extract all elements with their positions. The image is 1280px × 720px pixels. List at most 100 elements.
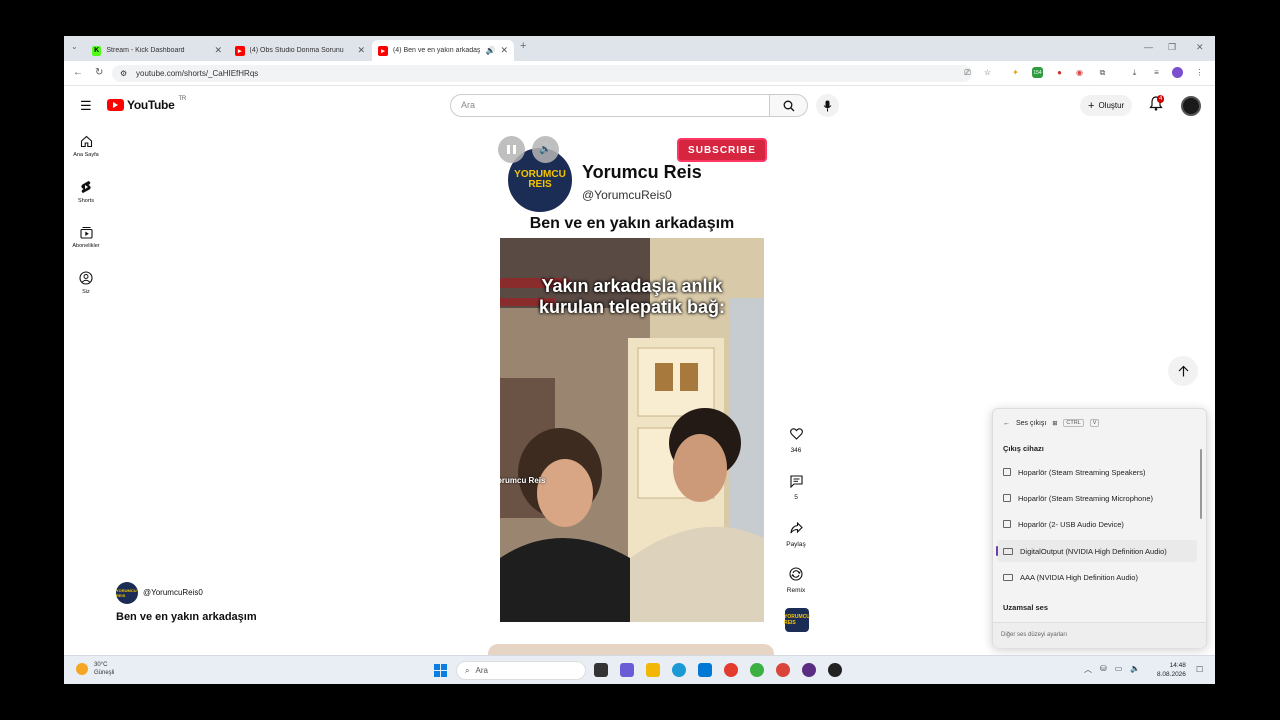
close-tab-icon[interactable]: ✕ — [357, 45, 365, 56]
previous-short-button[interactable] — [1168, 356, 1198, 386]
new-tab-icon[interactable]: + — [520, 40, 526, 52]
minimize-icon[interactable]: — — [1144, 42, 1153, 52]
shorts-video-player[interactable]: Yakın arkadaşla anlık kurulan telepatik … — [500, 238, 764, 622]
like-button[interactable]: 346 — [782, 426, 810, 454]
media-control-icon[interactable]: ≡ — [1151, 67, 1162, 78]
share-button[interactable]: Paylaş — [782, 520, 810, 548]
edge-icon[interactable] — [672, 663, 686, 677]
tab-kick-dashboard[interactable]: K Stream - Kick Dashboard ✕ — [86, 40, 228, 61]
spatial-sound-heading[interactable]: Uzamsal ses — [1003, 603, 1048, 612]
device-option[interactable]: Hoparlör (Steam Streaming Microphone) — [997, 487, 1197, 509]
remix-icon — [789, 567, 803, 581]
close-tab-icon[interactable]: ✕ — [500, 45, 508, 56]
device-option-selected[interactable]: DigitalOutput (NVIDIA High Definition Au… — [996, 540, 1197, 562]
back-icon[interactable]: ← — [73, 67, 83, 78]
voice-search-button[interactable] — [816, 94, 839, 117]
close-window-icon[interactable]: ✕ — [1196, 42, 1204, 53]
speaker-device-icon — [1003, 520, 1011, 528]
shortcut-v-key: V — [1089, 419, 1100, 427]
youtube-icon: ▸ — [378, 45, 388, 56]
more-volume-settings-link[interactable]: Diğer ses düzeyi ayarları — [993, 622, 1206, 648]
shortcut-ctrl-key: CTRL — [1063, 419, 1084, 427]
channel-avatar[interactable]: YORUMCU REIS — [116, 582, 138, 604]
pause-button[interactable] — [498, 136, 525, 163]
youtube-logo[interactable]: YouTube TR — [107, 96, 186, 112]
sidebar-item-home[interactable]: Ana Sayfa — [66, 133, 106, 158]
notification-count-badge: 4 — [1157, 95, 1165, 103]
remix-label: Remix — [786, 587, 806, 594]
subscribe-overlay-badge: SUBSCRIBE — [677, 138, 767, 162]
share-icon — [789, 522, 803, 534]
extension-icon[interactable]: ◉ — [1074, 67, 1085, 78]
sound-thumbnail[interactable]: YORUMCU REIS — [784, 608, 810, 632]
channel-name: Yorumcu Reis — [582, 162, 702, 182]
monitor-device-icon — [1003, 547, 1013, 555]
bookmark-star-icon[interactable]: ☆ — [982, 67, 993, 78]
search-input[interactable]: Ara — [450, 94, 770, 117]
back-arrow-icon[interactable]: ← — [1003, 420, 1010, 427]
sidebar-item-subscriptions[interactable]: Abonelikler — [66, 224, 106, 249]
menu-dots-icon[interactable]: ⋮ — [1194, 67, 1205, 78]
extension-icon[interactable]: ● — [1054, 67, 1065, 78]
obs-icon[interactable] — [828, 663, 842, 677]
volume-button[interactable]: 🔊 — [532, 136, 559, 163]
chrome-icon[interactable] — [776, 663, 790, 677]
store-icon[interactable] — [698, 663, 712, 677]
notification-center-icon[interactable]: ☐ — [1196, 665, 1203, 674]
clock[interactable]: 14:48 8.08.2026 — [1157, 661, 1186, 679]
comments-button[interactable]: 5 — [782, 473, 810, 501]
output-device-heading: Çıkış cihazı — [1003, 444, 1044, 453]
app-icon[interactable] — [750, 663, 764, 677]
sidebar-item-shorts[interactable]: Shorts — [66, 179, 106, 204]
info-channel-handle[interactable]: @YorumcuReis0 — [143, 588, 203, 597]
taskbar-search[interactable]: ⌕ Ara — [456, 661, 586, 680]
close-tab-icon[interactable]: ✕ — [214, 45, 222, 56]
home-icon — [80, 135, 92, 147]
extension-badge-icon[interactable]: 154 — [1032, 67, 1043, 78]
speaker-icon[interactable]: 🔊 — [485, 46, 495, 55]
sidebar-item-you[interactable]: Siz — [66, 270, 106, 295]
like-count: 346 — [790, 447, 802, 454]
site-info-icon[interactable]: ⚙ — [120, 69, 127, 78]
account-avatar[interactable] — [1181, 96, 1201, 116]
create-button[interactable]: + Oluştur — [1080, 95, 1133, 116]
extensions-puzzle-icon[interactable]: ⧉ — [1097, 67, 1108, 78]
profile-icon[interactable] — [1172, 67, 1183, 78]
weather-widget[interactable]: 30°C Güneşli — [76, 661, 114, 677]
device-option[interactable]: Hoparlör (Steam Streaming Speakers) — [997, 461, 1197, 483]
tab-current-short[interactable]: ▸ (4) Ben ve en yakın arkadaşı 🔊 ✕ — [372, 40, 514, 61]
address-bar[interactable]: ⚙ youtube.com/shorts/_CaHIEfHRqs — [112, 65, 972, 82]
extension-icon[interactable]: ✦ — [1010, 67, 1021, 78]
hamburger-menu-icon[interactable]: ☰ — [80, 98, 92, 114]
device-option[interactable]: AAA (NVIDIA High Definition Audio) — [997, 566, 1197, 588]
install-icon[interactable]: ⎚ — [962, 67, 973, 78]
heart-icon — [789, 428, 803, 440]
network-icon[interactable]: ▭ — [1115, 664, 1123, 675]
tab-obs-studio[interactable]: ▸ (4) Obs Studio Donma Sorunu ✕ — [229, 40, 371, 61]
flyout-title: Ses çıkışı — [1016, 419, 1047, 427]
remix-button[interactable]: Remix — [782, 566, 810, 594]
chrome-icon[interactable] — [724, 663, 738, 677]
taskbar-search-label: Ara — [475, 666, 488, 675]
tab-search-icon[interactable]: ⌄ — [71, 42, 78, 51]
volume-icon: 🔊 — [539, 144, 552, 155]
chevron-up-icon[interactable]: ︿ — [1084, 664, 1092, 675]
device-option[interactable]: Hoparlör (2- USB Audio Device) — [997, 513, 1197, 535]
maximize-icon[interactable]: ❐ — [1168, 42, 1176, 53]
youtube-icon: ▸ — [235, 45, 245, 56]
app-icon[interactable] — [802, 663, 816, 677]
sun-icon — [76, 663, 88, 675]
download-icon[interactable]: ⤓ — [1129, 67, 1140, 78]
search-button[interactable] — [770, 94, 808, 117]
screen: ⌄ K Stream - Kick Dashboard ✕ ▸ (4) Obs … — [64, 36, 1215, 684]
speaker-device-icon — [1003, 494, 1011, 502]
speaker-icon[interactable]: 🔈 — [1130, 664, 1140, 675]
create-label: Oluştur — [1098, 101, 1125, 110]
reload-icon[interactable]: ↻ — [95, 67, 103, 78]
start-button[interactable] — [434, 664, 447, 677]
tray-app-icon[interactable]: ⛁ — [1100, 664, 1107, 675]
flyout-scrollbar[interactable] — [1200, 449, 1202, 519]
app-icon[interactable] — [620, 663, 634, 677]
task-view-icon[interactable] — [594, 663, 608, 677]
file-explorer-icon[interactable] — [646, 663, 660, 677]
